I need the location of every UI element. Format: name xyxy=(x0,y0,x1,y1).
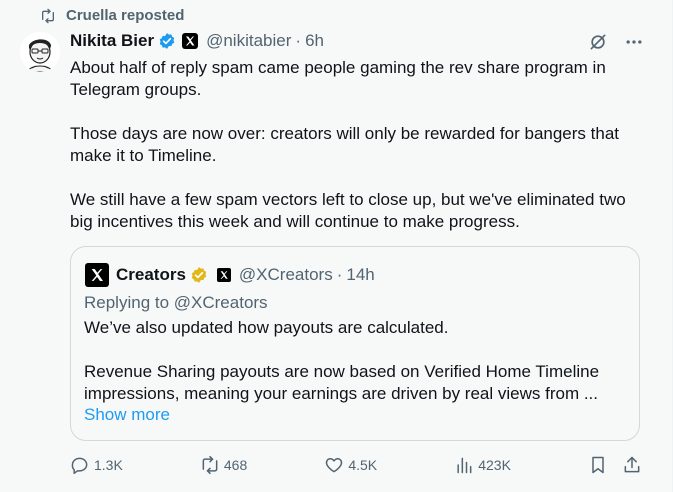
quote-paragraph: Revenue Sharing payouts are now based on… xyxy=(84,362,600,403)
bookmark-icon[interactable] xyxy=(588,455,608,475)
post-text: About half of reply spam came people gam… xyxy=(70,57,640,255)
reply-count: 1.3K xyxy=(94,457,123,473)
analytics-icon xyxy=(457,457,472,474)
quote-time[interactable]: 14h xyxy=(346,265,374,285)
quote-author-handle[interactable]: @XCreators xyxy=(239,265,333,285)
repost-icon xyxy=(202,455,218,475)
like-count: 4.5K xyxy=(348,457,378,473)
repost-count: 468 xyxy=(223,457,248,473)
quote-paragraph: We’ve also updated how payouts are calcu… xyxy=(84,318,449,337)
repost-indicator: Cruella reposted xyxy=(40,7,184,24)
share-icon[interactable] xyxy=(622,455,642,475)
x-logo-icon xyxy=(91,269,103,281)
show-more-link[interactable]: Show more xyxy=(84,405,170,425)
repost-label[interactable]: Cruella reposted xyxy=(66,7,184,24)
reply-icon xyxy=(71,457,88,475)
repost-button[interactable]: 468 xyxy=(200,455,247,475)
post-time[interactable]: 6h xyxy=(305,31,324,51)
author-handle[interactable]: @nikitabier xyxy=(206,31,291,51)
heart-icon xyxy=(326,458,343,473)
quoted-post[interactable]: Creators @XCreators · 14h Replying to @X… xyxy=(70,246,640,441)
quote-author-name[interactable]: Creators xyxy=(116,265,186,285)
post-paragraph: We still have a few spam vectors left to… xyxy=(70,190,626,231)
avatar[interactable] xyxy=(20,32,60,72)
secondary-actions xyxy=(588,455,642,475)
creators-avatar[interactable] xyxy=(85,263,109,287)
reply-button[interactable]: 1.3K xyxy=(70,455,123,475)
repost-icon xyxy=(42,8,54,23)
separator-dot: · xyxy=(295,31,302,50)
gold-verified-badge-icon[interactable] xyxy=(190,266,208,284)
separator-dot: · xyxy=(336,265,343,284)
post-header: Nikita Bier @nikitabier · 6h xyxy=(70,30,652,52)
views-button[interactable]: 423K xyxy=(454,455,511,475)
view-count: 423K xyxy=(478,457,511,473)
like-button[interactable]: 4.5K xyxy=(324,455,377,475)
author-name[interactable]: Nikita Bier xyxy=(70,31,154,51)
quote-header: Creators @XCreators · 14h xyxy=(85,263,375,287)
grok-icon[interactable] xyxy=(588,32,608,52)
action-bar: 1.3K 468 4.5K 423K xyxy=(70,455,642,475)
post-card[interactable]: Cruella reposted Nikita Bier @nikitabier… xyxy=(0,0,673,492)
post-paragraph: About half of reply spam came people gam… xyxy=(70,58,606,99)
verified-badge-icon[interactable] xyxy=(158,32,176,50)
replying-to[interactable]: Replying to @XCreators xyxy=(84,293,268,313)
more-options-icon[interactable] xyxy=(624,32,644,52)
x-affiliate-icon[interactable] xyxy=(216,268,231,282)
header-actions xyxy=(588,32,644,52)
post-paragraph: Those days are now over: creators will o… xyxy=(70,124,619,165)
avatar-image xyxy=(20,32,60,72)
x-affiliate-icon[interactable] xyxy=(182,33,199,49)
